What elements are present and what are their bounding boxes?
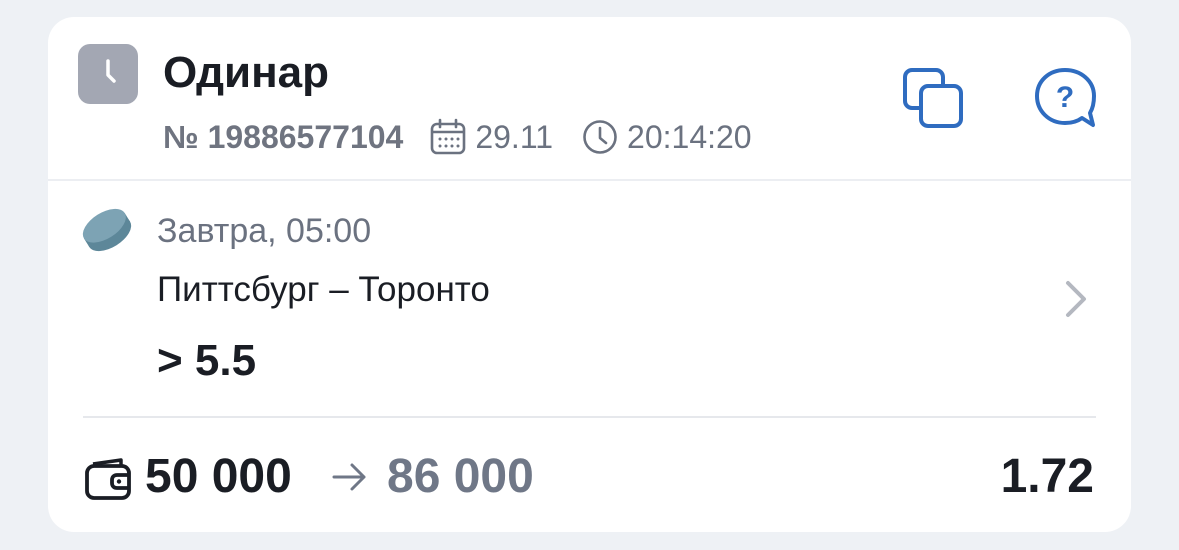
bet-selection: > 5.5 [157,336,257,385]
bet-meta: № 19886577104 29.11 20:14:20 [163,117,752,157]
event-start-time: Завтра, 05:00 [157,212,372,250]
bet-number: № 19886577104 [163,119,404,155]
help-button[interactable]: ? [1032,67,1098,129]
clock-icon [78,44,138,104]
bet-time-text: 20:14:20 [627,119,752,155]
event-row[interactable]: Завтра, 05:00 Питтсбург – Торонто > 5.5 [48,181,1131,417]
wallet-icon [85,458,131,500]
bet-card: Одинар № 19886577104 29.11 20:14:20 ? За… [48,17,1131,532]
hockey-puck-icon [82,208,132,252]
help-bubble-icon: ? [1035,68,1096,127]
bet-time: 20:14:20 [581,117,752,157]
clock-icon [583,120,617,154]
svg-text:?: ? [1056,81,1074,114]
event-teams: Питтсбург – Торонто [157,270,490,309]
footer-divider [83,416,1096,418]
copy-button[interactable] [900,67,966,129]
bet-date-text: 29.11 [475,119,554,155]
odds-value: 1.72 [1000,450,1094,503]
stake-amount: 50 000 [145,450,292,503]
arrow-right-icon [332,463,366,491]
bet-summary: 50 000 86 000 1.72 [48,437,1131,517]
payout-amount: 86 000 [387,450,534,503]
chevron-right-icon [1066,281,1086,317]
copy-icon [903,68,963,128]
bet-date: 29.11 [429,117,553,157]
calendar-icon [431,118,466,155]
bet-type-title: Одинар [163,48,330,97]
